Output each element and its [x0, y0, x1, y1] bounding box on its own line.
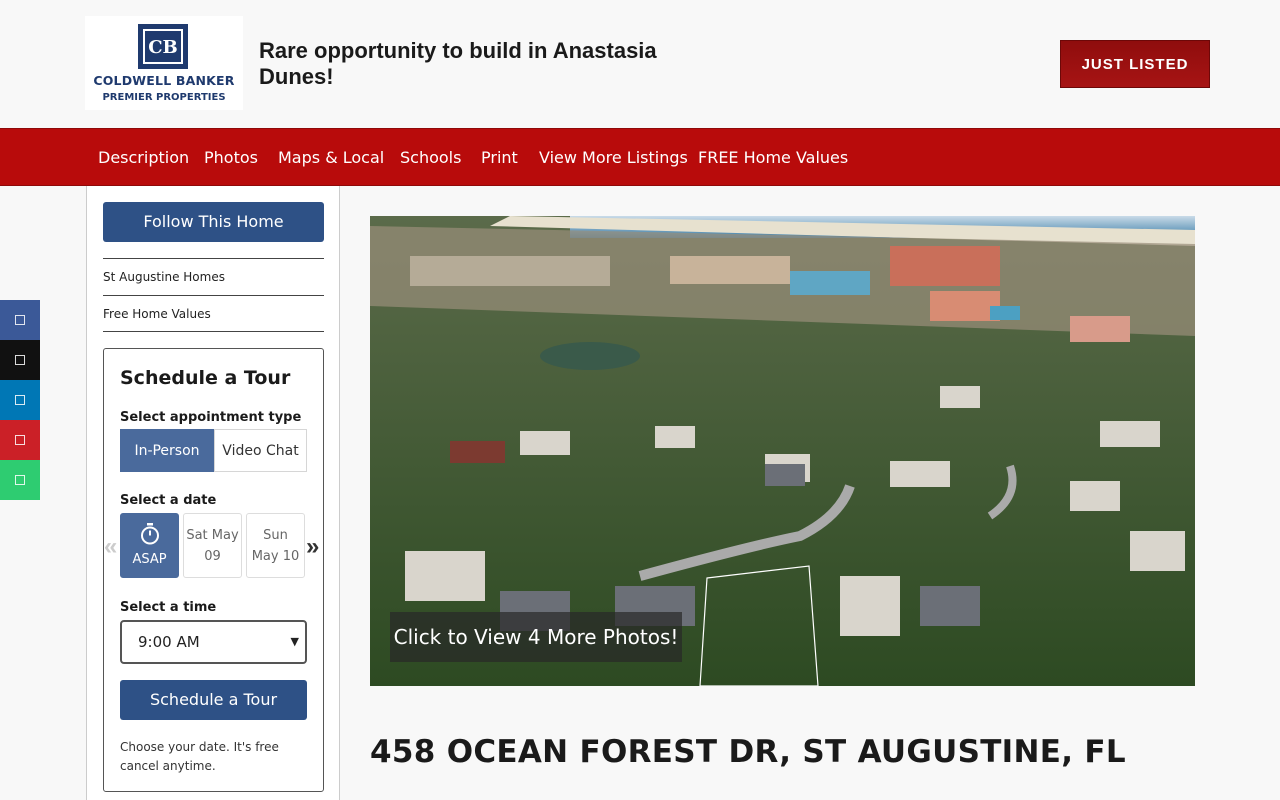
email-share-icon[interactable]	[0, 460, 40, 500]
tour-title: Schedule a Tour	[120, 367, 291, 389]
nav-print[interactable]: Print	[481, 129, 518, 187]
date-option-sun-may-10[interactable]: Sun May 10	[246, 513, 305, 578]
sidebar-link-free-home-values[interactable]: Free Home Values	[103, 295, 324, 332]
sidebar-link-st-augustine-homes[interactable]: St Augustine Homes	[103, 258, 324, 295]
listing-address: 458 OCEAN FOREST DR, ST AUGUSTINE, FL	[370, 734, 1126, 770]
page-header: CB COLDWELL BANKER PREMIER PROPERTIES Ra…	[0, 0, 1280, 128]
nav-view-more-listings[interactable]: View More Listings	[539, 129, 688, 187]
date-label: Select a date	[120, 493, 217, 508]
x-share-icon[interactable]	[0, 340, 40, 380]
sidebar: Follow This Home St Augustine Homes Free…	[86, 186, 340, 800]
in-person-option[interactable]: In-Person	[120, 429, 214, 472]
stopwatch-icon	[140, 523, 159, 545]
pinterest-share-icon[interactable]	[0, 420, 40, 460]
brand-subtitle: PREMIER PROPERTIES	[102, 92, 226, 103]
video-chat-option[interactable]: Video Chat	[214, 429, 307, 472]
nav-maps-local[interactable]: Maps & Local	[278, 129, 384, 187]
nav-schools[interactable]: Schools	[400, 129, 461, 187]
listing-photo[interactable]: Click to View 4 More Photos!	[370, 216, 1195, 686]
schedule-tour-panel: Schedule a Tour Select appointment type …	[103, 348, 324, 792]
more-photos-caption[interactable]: Click to View 4 More Photos!	[390, 612, 682, 662]
chevron-down-icon: ▼	[290, 635, 299, 648]
next-dates-arrow[interactable]: »	[306, 535, 319, 559]
cancel-note: Choose your date. It's free cancel anyti…	[120, 740, 279, 773]
appointment-type-label: Select appointment type	[120, 410, 302, 425]
listing-headline: Rare opportunity to build in Anastasia D…	[259, 38, 657, 89]
prev-dates-arrow[interactable]: «	[104, 535, 117, 559]
linkedin-share-icon[interactable]	[0, 380, 40, 420]
facebook-share-icon[interactable]	[0, 300, 40, 340]
brand-name: COLDWELL BANKER	[93, 73, 235, 88]
main-nav: Description Photos Maps & Local Schools …	[0, 128, 1280, 186]
nav-photos[interactable]: Photos	[204, 129, 258, 187]
date-option-asap-label: ASAP	[132, 552, 167, 567]
nav-description[interactable]: Description	[98, 129, 189, 187]
just-listed-badge: JUST LISTED	[1060, 40, 1210, 88]
schedule-tour-button[interactable]: Schedule a Tour	[120, 680, 307, 720]
date-option-asap[interactable]: ASAP	[120, 513, 179, 578]
nav-free-home-values[interactable]: FREE Home Values	[698, 129, 848, 187]
brand-logo[interactable]: CB COLDWELL BANKER PREMIER PROPERTIES	[85, 16, 243, 110]
cb-logo-mark: CB	[138, 24, 188, 69]
follow-home-button[interactable]: Follow This Home	[103, 202, 324, 242]
date-option-sat-may-09[interactable]: Sat May 09	[183, 513, 242, 578]
time-label: Select a time	[120, 600, 217, 615]
time-select-value: 9:00 AM	[138, 633, 200, 651]
time-select[interactable]: 9:00 AM ▼	[120, 620, 307, 664]
